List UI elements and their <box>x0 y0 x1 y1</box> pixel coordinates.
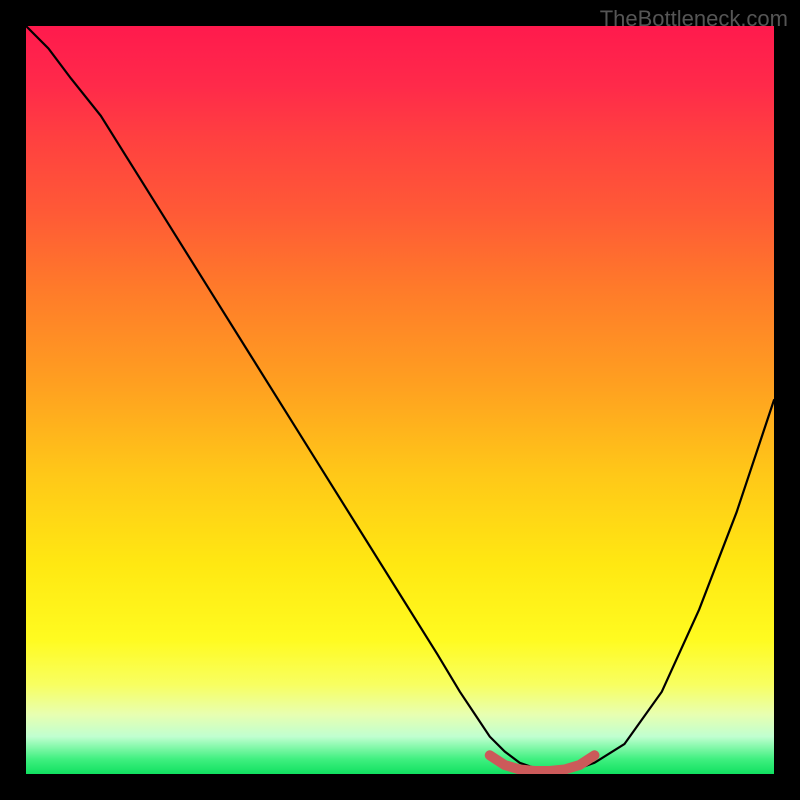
bottleneck-curve-path <box>26 26 774 770</box>
chart-svg <box>26 26 774 774</box>
chart-area <box>26 26 774 774</box>
watermark-text: TheBottleneck.com <box>600 6 788 32</box>
optimal-zone-path <box>490 755 595 771</box>
